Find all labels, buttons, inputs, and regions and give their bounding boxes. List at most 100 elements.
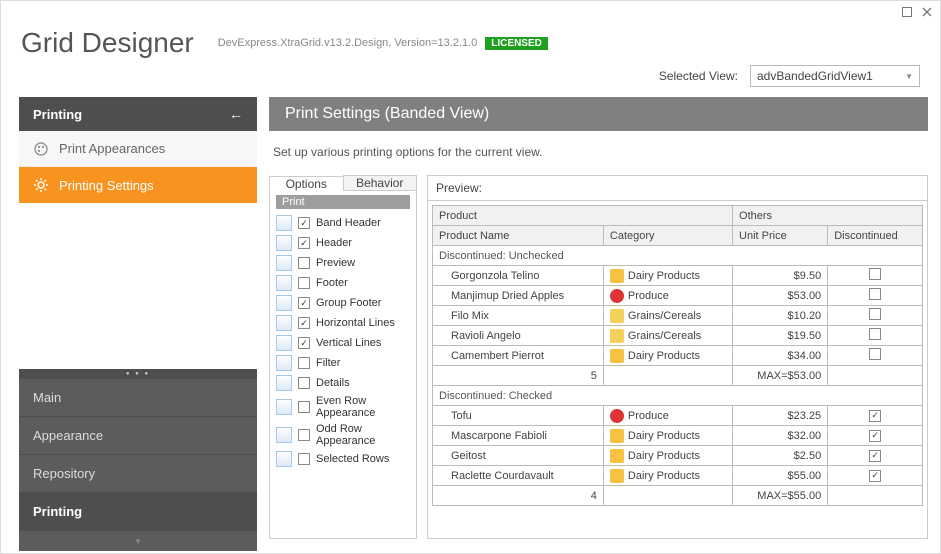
category-icon (610, 269, 624, 283)
cell-discontinued (828, 286, 923, 306)
cell-product-name: Camembert Pierrot (433, 346, 604, 366)
option-footer[interactable]: Footer (276, 273, 410, 293)
category-icon (610, 429, 624, 443)
chevron-down-icon: ▼ (905, 72, 913, 81)
sidebar-item-label: Print Appearances (59, 141, 165, 156)
cell-discontinued: ✓ (828, 406, 923, 426)
option-label: Selected Rows (316, 453, 389, 465)
sidebar-group-title: Printing (33, 107, 82, 122)
checkbox: ✓ (869, 470, 881, 482)
checkbox[interactable] (298, 429, 310, 441)
checkbox[interactable] (298, 277, 310, 289)
grid-layout-icon (276, 295, 292, 311)
option-label: Odd Row Appearance (316, 423, 410, 447)
option-even-row-appearance[interactable]: Even Row Appearance (276, 393, 410, 421)
checkbox[interactable]: ✓ (298, 337, 310, 349)
sidebar-item-printing-settings[interactable]: Printing Settings (19, 167, 257, 203)
sidebar-item-print-appearances[interactable]: Print Appearances (19, 131, 257, 167)
sidebar-category-printing[interactable]: Printing (19, 493, 257, 531)
cell-category: Dairy Products (603, 266, 732, 286)
tab-behavior[interactable]: Behavior (343, 175, 418, 191)
checkbox[interactable]: ✓ (298, 297, 310, 309)
checkbox[interactable]: ✓ (298, 317, 310, 329)
cell-discontinued (828, 306, 923, 326)
checkbox[interactable] (298, 377, 310, 389)
option-details[interactable]: Details (276, 373, 410, 393)
option-vertical-lines[interactable]: ✓Vertical Lines (276, 333, 410, 353)
option-header[interactable]: ✓ Header (276, 233, 410, 253)
cell-unit-price: $32.00 (733, 426, 828, 446)
group-row[interactable]: Discontinued: Checked (433, 386, 923, 406)
option-band-header[interactable]: ✓Band Header (276, 213, 410, 233)
option-preview[interactable]: Preview (276, 253, 410, 273)
option-label: Header (316, 237, 352, 249)
table-row[interactable]: Raclette Courdavault Dairy Products $55.… (433, 466, 923, 486)
summary-max: MAX=$55.00 (733, 486, 828, 506)
cell-category: Grains/Cereals (603, 326, 732, 346)
table-row[interactable]: Gorgonzola Telino Dairy Products $9.50 (433, 266, 923, 286)
column-header[interactable]: Discontinued (828, 226, 923, 246)
cell-unit-price: $23.25 (733, 406, 828, 426)
table-row[interactable]: Ravioli Angelo Grains/Cereals $19.50 (433, 326, 923, 346)
back-arrow-icon[interactable]: ← (229, 106, 243, 122)
option-label: Horizontal Lines (316, 317, 395, 329)
cell-category: Dairy Products (603, 466, 732, 486)
sidebar-item-label: Printing Settings (59, 178, 154, 193)
checkbox[interactable] (298, 401, 310, 413)
maximize-button[interactable] (900, 5, 914, 19)
table-row[interactable]: Tofu Produce $23.25 ✓ (433, 406, 923, 426)
option-label: Group Footer (316, 297, 381, 309)
checkbox (869, 328, 881, 340)
checkbox[interactable] (298, 257, 310, 269)
cell-unit-price: $2.50 (733, 446, 828, 466)
checkbox: ✓ (869, 450, 881, 462)
table-row[interactable]: Geitost Dairy Products $2.50 ✓ (433, 446, 923, 466)
cell-discontinued: ✓ (828, 446, 923, 466)
selected-view-combo[interactable]: advBandedGridView1 ▼ (750, 65, 920, 87)
sidebar-divider: ● ● ● (19, 369, 257, 379)
checkbox: ✓ (869, 410, 881, 422)
grid-layout-icon (276, 451, 292, 467)
option-selected-rows[interactable]: Selected Rows (276, 449, 410, 469)
close-button[interactable] (920, 5, 934, 19)
option-label: Footer (316, 277, 348, 289)
checkbox[interactable] (298, 357, 310, 369)
option-odd-row-appearance[interactable]: Odd Row Appearance (276, 421, 410, 449)
sidebar-group-header: Printing ← (19, 97, 257, 131)
category-icon (610, 409, 624, 423)
table-row[interactable]: Filo Mix Grains/Cereals $10.20 (433, 306, 923, 326)
sidebar-category-repository[interactable]: Repository (19, 455, 257, 493)
selected-view-label: Selected View: (659, 69, 738, 83)
option-label: Even Row Appearance (316, 395, 410, 419)
category-icon (610, 309, 624, 323)
checkbox[interactable] (298, 453, 310, 465)
option-group-footer[interactable]: ✓ Group Footer (276, 293, 410, 313)
group-row[interactable]: Discontinued: Unchecked (433, 246, 923, 266)
checkbox[interactable]: ✓ (298, 237, 310, 249)
cell-unit-price: $55.00 (733, 466, 828, 486)
band-header: Others (733, 206, 923, 226)
table-row[interactable]: Camembert Pierrot Dairy Products $34.00 (433, 346, 923, 366)
option-horizontal-lines[interactable]: ✓ Horizontal Lines (276, 313, 410, 333)
cell-discontinued: ✓ (828, 426, 923, 446)
tab-options[interactable]: Options (269, 176, 343, 192)
checkbox[interactable]: ✓ (298, 217, 310, 229)
group-summary-row: 4 MAX=$55.00 (433, 486, 923, 506)
preview-grid: ProductOthersProduct NameCategoryUnit Pr… (432, 205, 923, 506)
gear-icon (33, 177, 49, 193)
table-row[interactable]: Mascarpone Fabioli Dairy Products $32.00… (433, 426, 923, 446)
page-description: Set up various printing options for the … (269, 131, 928, 175)
option-label: Preview (316, 257, 355, 269)
column-header[interactable]: Product Name (433, 226, 604, 246)
cell-discontinued (828, 326, 923, 346)
cell-category: Produce (603, 406, 732, 426)
cell-unit-price: $34.00 (733, 346, 828, 366)
column-header[interactable]: Category (603, 226, 732, 246)
sidebar-category-main[interactable]: Main (19, 379, 257, 417)
option-filter[interactable]: Filter (276, 353, 410, 373)
sidebar-category-appearance[interactable]: Appearance (19, 417, 257, 455)
table-row[interactable]: Manjimup Dried Apples Produce $53.00 (433, 286, 923, 306)
cell-unit-price: $19.50 (733, 326, 828, 346)
sidebar-expand-button[interactable]: ▼ (19, 531, 257, 551)
column-header[interactable]: Unit Price (733, 226, 828, 246)
